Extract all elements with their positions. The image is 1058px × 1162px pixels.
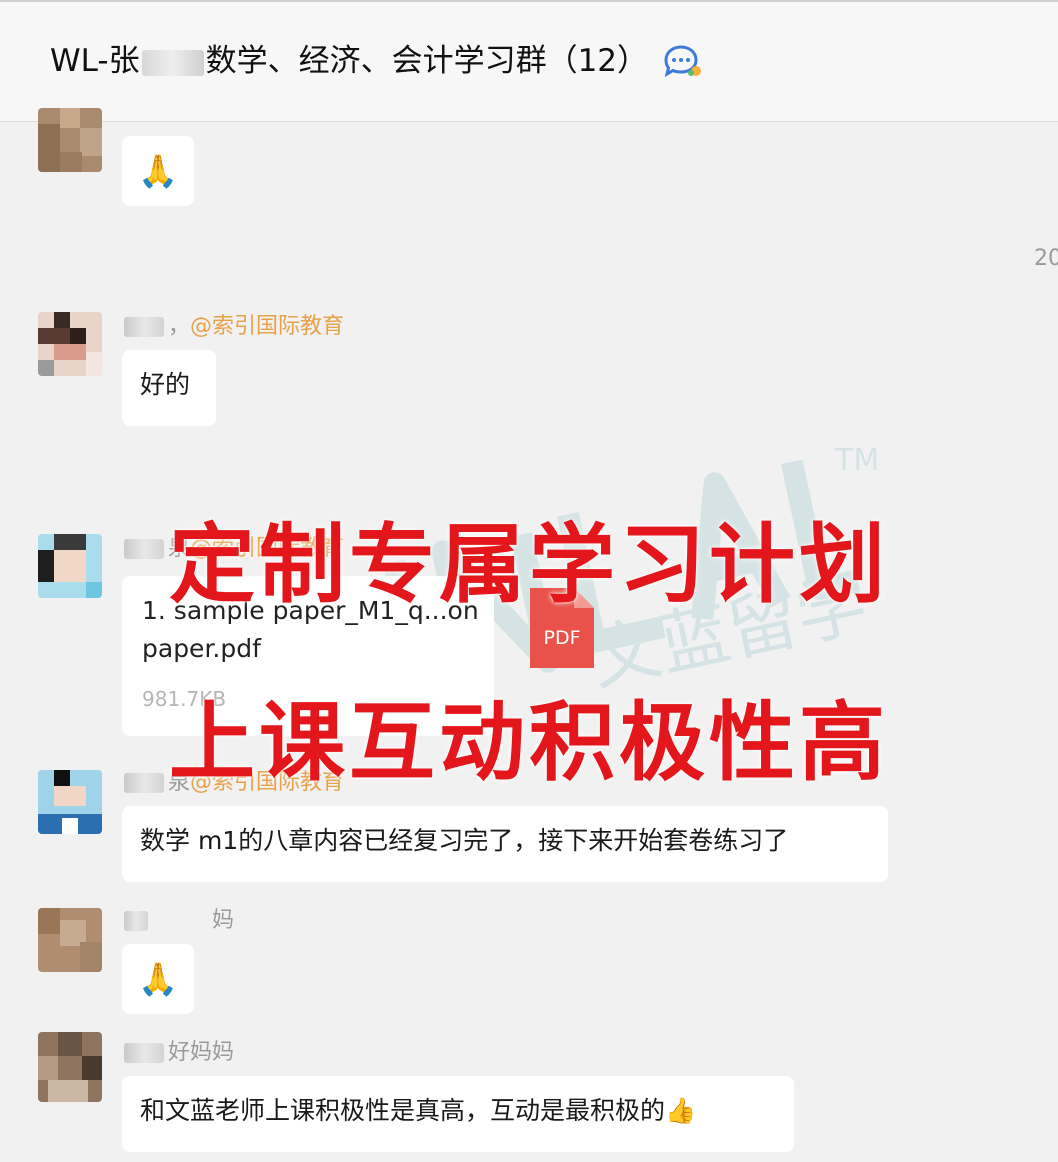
avatar[interactable]	[38, 908, 102, 972]
redacted-name	[141, 49, 204, 76]
avatar[interactable]	[38, 108, 102, 172]
message-bubble[interactable]: 🙏	[122, 136, 194, 206]
sender-name: 好妈妈	[124, 1038, 234, 1068]
message-bubble[interactable]: 好的	[122, 350, 216, 426]
avatar[interactable]	[38, 1032, 102, 1102]
message-timestamp: 20	[1034, 246, 1058, 271]
message-bubble[interactable]: 数学 m1的八章内容已经复习完了，接下来开始套卷练习了	[122, 806, 888, 882]
message-emoji: 🙏	[138, 960, 178, 998]
message-bubble[interactable]: 和文蓝老师上课积极性是真高，互动是最积极的👍	[122, 1076, 794, 1152]
promo-line-1: 定制专属学习计划	[169, 515, 889, 615]
message-text: 好的	[140, 370, 191, 399]
message-text: 数学 m1的八章内容已经复习完了，接下来开始套卷练习了	[140, 826, 789, 855]
svg-text:PDF: PDF	[543, 627, 580, 649]
chat-header: WL-张 数学、经济、会计学习群（12）	[0, 0, 1058, 122]
promo-line-2: 上课互动积极性高	[169, 693, 889, 793]
window-top-border	[0, 0, 1058, 2]
avatar[interactable]	[38, 312, 102, 376]
redacted-name	[152, 911, 208, 931]
sender-org: @索引国际教育	[190, 314, 345, 339]
sender-name: ，@索引国际教育	[124, 312, 344, 342]
group-title-prefix: WL-张	[50, 43, 140, 79]
chat-bubble-icon[interactable]	[660, 44, 704, 80]
message-text: 和文蓝老师上课积极性是真高，互动是最积极的👍	[140, 1096, 697, 1125]
message-emoji: 🙏	[138, 152, 178, 190]
group-title-suffix: 数学、经济、会计学习群（12）	[205, 43, 649, 79]
group-title[interactable]: WL-张 数学、经济、会计学习群（12）	[50, 40, 648, 82]
message-bubble[interactable]: 🙏	[122, 944, 194, 1014]
sender-name: 妈	[124, 906, 234, 936]
redacted-name	[124, 911, 148, 931]
redacted-name	[124, 317, 164, 337]
svg-text:TM: TM	[834, 443, 879, 478]
redacted-name	[124, 1043, 164, 1063]
